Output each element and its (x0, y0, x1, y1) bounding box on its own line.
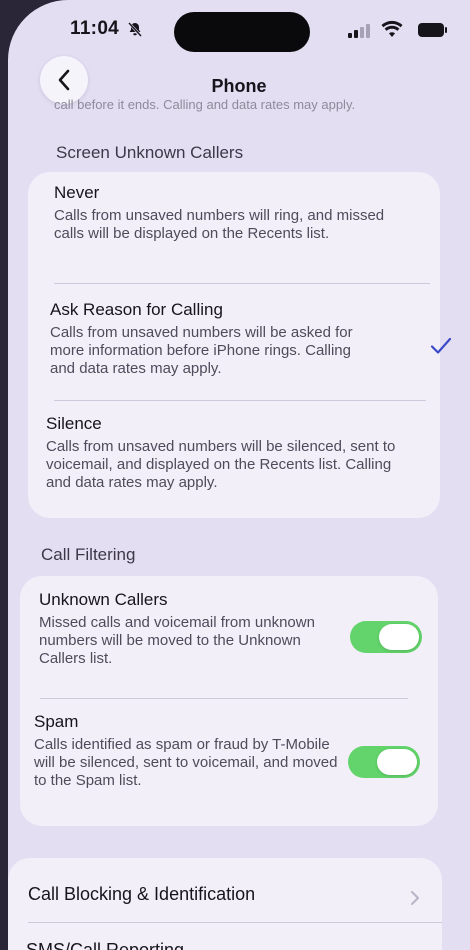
dynamic-island (174, 12, 310, 52)
section-header-screen-unknown: Screen Unknown Callers (56, 143, 244, 162)
bell-slash-icon (128, 22, 142, 37)
battery-icon (418, 23, 447, 37)
filter-spam: Spam Calls identified as spam or fraud b… (34, 712, 346, 790)
filter-title: Spam (34, 712, 79, 731)
checkmark-icon (430, 337, 452, 354)
option-never[interactable]: Never Calls from unsaved numbers will ri… (54, 183, 418, 243)
filter-description: Calls identified as spam or fraud by T-M… (34, 736, 338, 789)
divider (54, 283, 430, 284)
sms-call-reporting-row[interactable]: SMS/Call Reporting (26, 940, 392, 950)
divider (54, 400, 426, 401)
option-title: Ask Reason for Calling (50, 300, 223, 319)
option-title: Silence (46, 414, 102, 433)
filter-unknown-callers: Unknown Callers Missed calls and voicema… (39, 590, 346, 668)
spam-toggle[interactable] (348, 746, 420, 778)
sms-call-reporting-label: SMS/Call Reporting (26, 940, 185, 950)
page-title: Phone (211, 76, 267, 96)
status-time: 11:04 (70, 18, 120, 39)
divider (40, 698, 408, 699)
screen-unknown-group: Never Calls from unsaved numbers will ri… (28, 172, 440, 518)
filter-title: Unknown Callers (39, 590, 168, 609)
call-blocking-row[interactable]: Call Blocking & Identification (28, 884, 392, 905)
wifi-icon (381, 20, 403, 37)
filter-description: Missed calls and voicemail from unknown … (39, 614, 315, 667)
cellular-signal-icon (348, 24, 370, 38)
chevron-right-icon (411, 891, 419, 905)
option-description: Calls from unsaved numbers will be asked… (50, 324, 353, 377)
section-header-call-filtering: Call Filtering (41, 545, 136, 564)
unknown-callers-toggle[interactable] (350, 621, 422, 653)
call-blocking-label: Call Blocking & Identification (28, 884, 256, 904)
call-filtering-group: Unknown Callers Missed calls and voicema… (20, 576, 438, 826)
divider (28, 922, 442, 923)
option-ask-reason[interactable]: Ask Reason for Calling Calls from unsave… (50, 300, 376, 378)
option-silence[interactable]: Silence Calls from unsaved numbers will … (46, 414, 402, 492)
faded-description: call before it ends. Calling and data ra… (54, 97, 356, 112)
bottom-group: Call Blocking & Identification SMS/Call … (8, 858, 442, 950)
option-description: Calls from unsaved numbers will be silen… (46, 438, 396, 491)
option-description: Calls from unsaved numbers will ring, an… (54, 207, 385, 242)
screen: 11:04 Phone call before it ends. Calling… (8, 0, 470, 950)
option-title: Never (54, 183, 100, 202)
